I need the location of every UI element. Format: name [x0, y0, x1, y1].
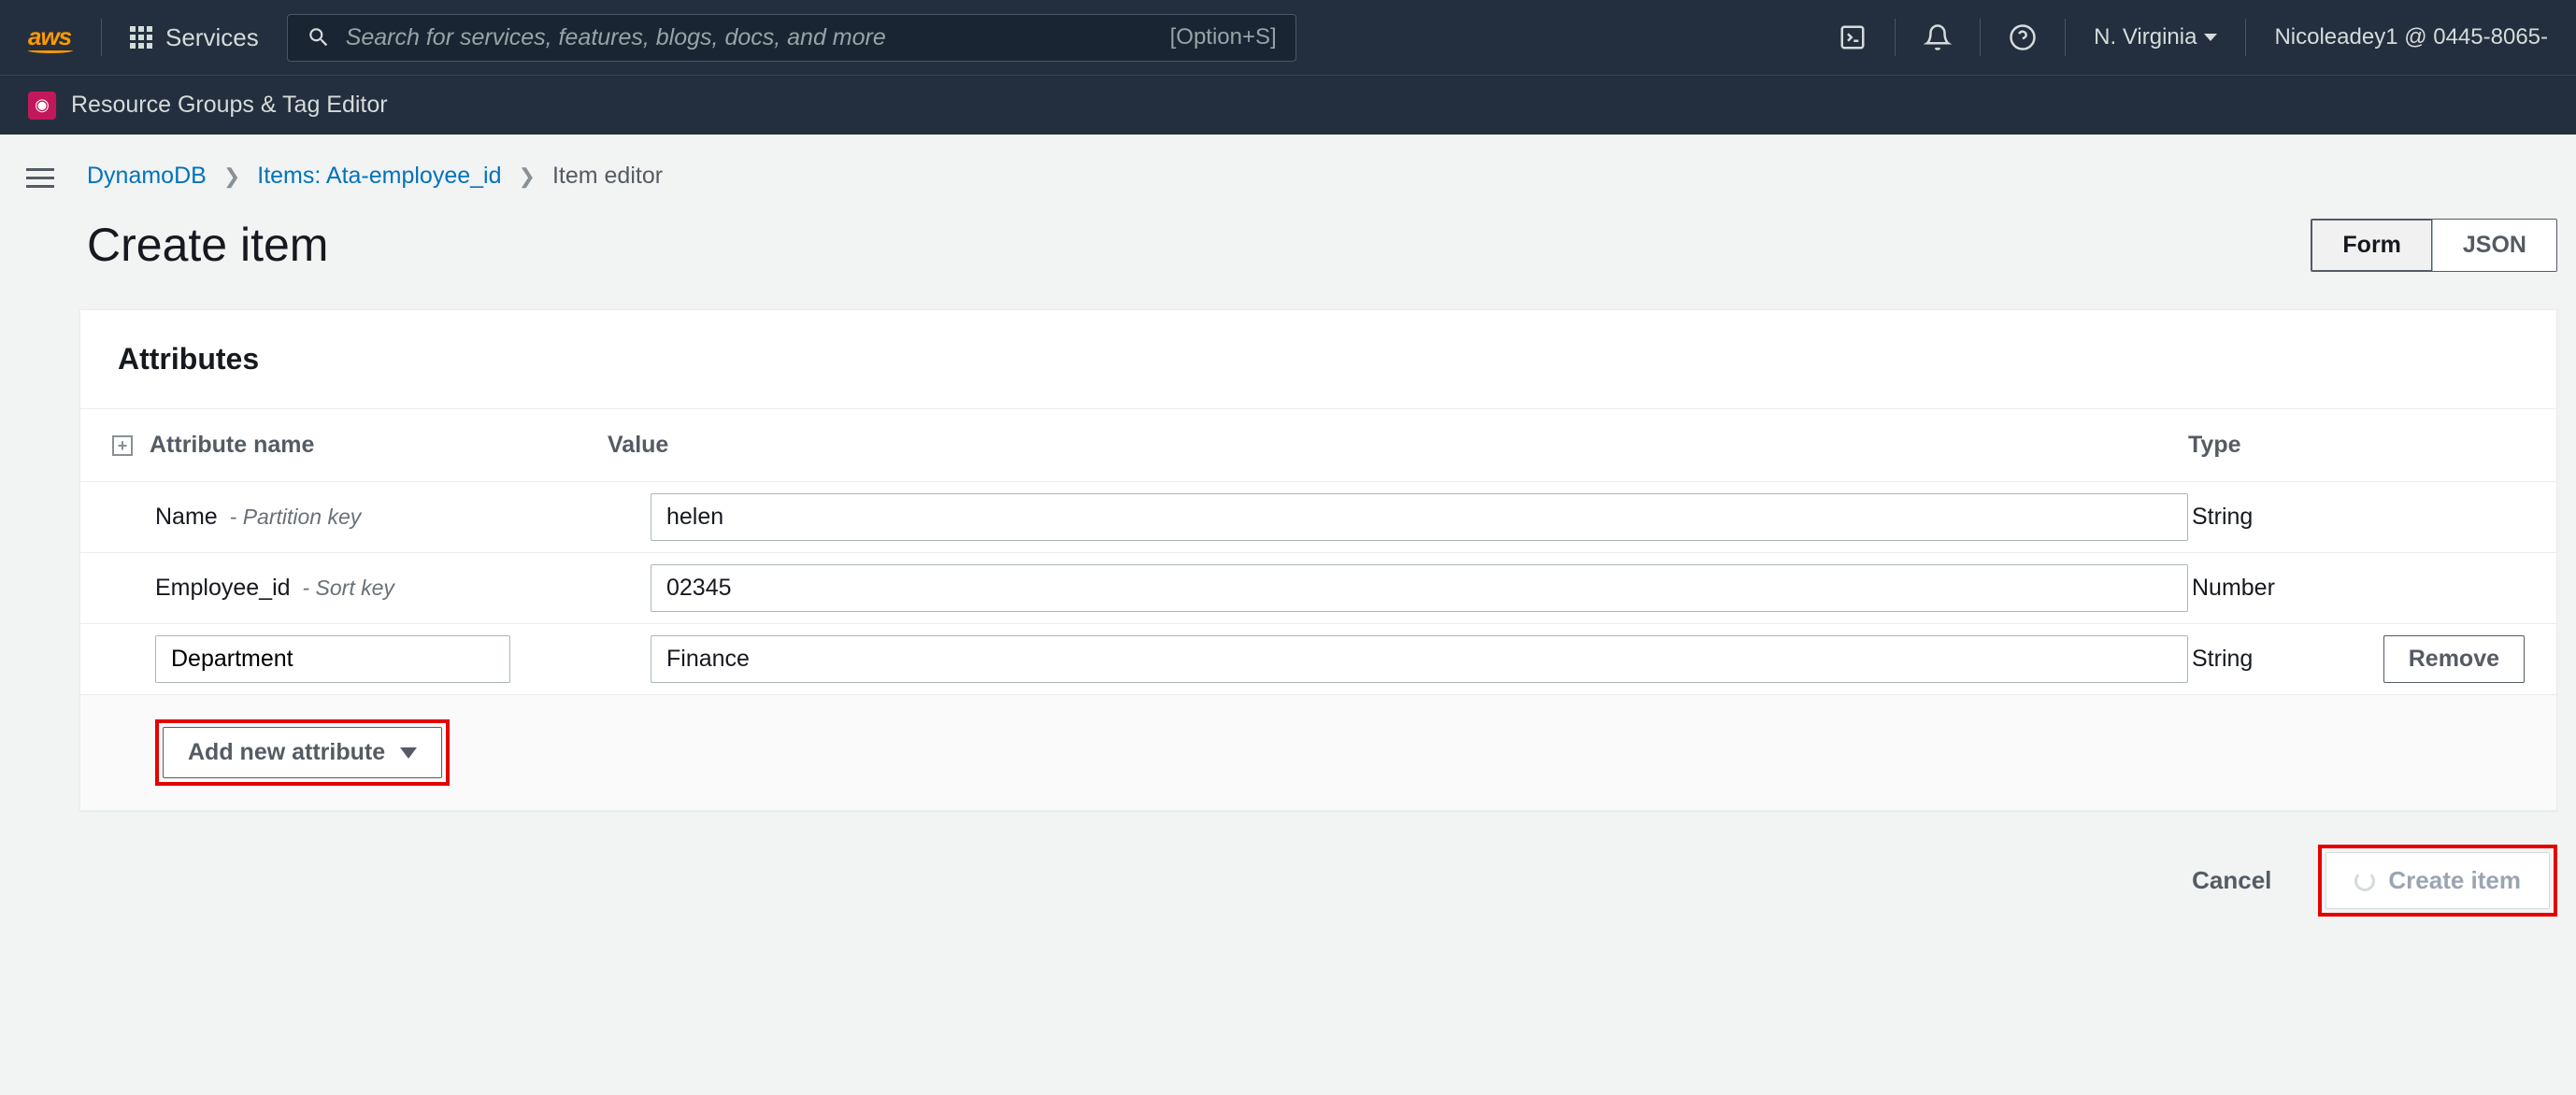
highlight-box: Create item — [2318, 845, 2557, 917]
col-value: Value — [608, 432, 2188, 459]
remove-button[interactable]: Remove — [2383, 635, 2525, 683]
service-icon: ◉ — [28, 92, 56, 120]
table-row: Name - Partition key String — [80, 482, 2556, 553]
hamburger-icon[interactable] — [26, 163, 54, 945]
page-header: Create item Form JSON — [79, 218, 2576, 272]
add-attribute-button[interactable]: Add new attribute — [163, 727, 442, 778]
region-label: N. Virginia — [2094, 24, 2197, 50]
breadcrumb: DynamoDB ❯ Items: Ata-employee_id ❯ Item… — [79, 163, 2576, 190]
col-type: Type — [2188, 432, 2525, 459]
view-json-button[interactable]: JSON — [2432, 220, 2556, 271]
view-form-button[interactable]: Form — [2311, 219, 2433, 272]
sub-navigation: ◉ Resource Groups & Tag Editor — [0, 75, 2576, 135]
attr-hint: - Sort key — [302, 576, 394, 600]
panel-title: Attributes — [80, 310, 2556, 409]
divider — [2245, 19, 2246, 56]
create-item-label: Create item — [2388, 866, 2521, 895]
content-area: DynamoDB ❯ Items: Ata-employee_id ❯ Item… — [79, 135, 2576, 945]
aws-logo-text: aws — [28, 22, 71, 50]
chevron-right-icon: ❯ — [223, 164, 240, 189]
breadcrumb-current: Item editor — [552, 163, 663, 190]
breadcrumb-items[interactable]: Items: Ata-employee_id — [257, 163, 501, 190]
cancel-button[interactable]: Cancel — [2173, 853, 2290, 908]
bell-icon[interactable] — [1924, 23, 1952, 51]
attr-name-text: Employee_id — [155, 575, 291, 601]
account-label: Nicoleadey1 @ 0445-8065- — [2274, 24, 2548, 50]
table-row: Employee_id - Sort key Number — [80, 553, 2556, 624]
attr-value-input[interactable] — [651, 635, 2188, 683]
search-icon — [307, 25, 331, 50]
account-menu[interactable]: Nicoleadey1 @ 0445-8065- — [2274, 24, 2548, 50]
view-toggle: Form JSON — [2311, 219, 2557, 272]
search-shortcut: [Option+S] — [1170, 24, 1277, 50]
table-header: + Attribute name Value Type — [80, 409, 2556, 482]
breadcrumb-root[interactable]: DynamoDB — [87, 163, 207, 190]
services-label: Services — [165, 23, 259, 52]
attr-value-input[interactable] — [651, 493, 2188, 541]
chevron-right-icon: ❯ — [519, 164, 536, 189]
attr-type: Number — [2188, 575, 2347, 602]
top-navigation: aws Services [Option+S] N. Virginia Nico… — [0, 0, 2576, 75]
attr-type: String — [2188, 504, 2347, 531]
search-container[interactable]: [Option+S] — [287, 14, 1296, 62]
grid-icon — [130, 26, 152, 49]
highlight-box: Add new attribute — [155, 719, 450, 786]
services-button[interactable]: Services — [130, 23, 259, 52]
attributes-panel: Attributes + Attribute name Value Type N… — [79, 309, 2557, 811]
region-selector[interactable]: N. Virginia — [2094, 24, 2217, 50]
main-layout: DynamoDB ❯ Items: Ata-employee_id ❯ Item… — [0, 135, 2576, 945]
add-attribute-label: Add new attribute — [188, 739, 385, 766]
attr-name: Employee_id - Sort key — [155, 575, 651, 602]
divider — [1980, 19, 1981, 56]
caret-down-icon — [2204, 34, 2217, 41]
create-item-button[interactable]: Create item — [2326, 852, 2550, 909]
attr-name-text: Name — [155, 504, 218, 530]
footer-actions: Cancel Create item — [79, 811, 2576, 917]
help-icon[interactable] — [2009, 23, 2037, 51]
attr-hint: - Partition key — [230, 505, 362, 529]
divider — [1895, 19, 1896, 56]
sidebar-collapsed — [0, 135, 79, 945]
attr-type: String — [2188, 646, 2347, 673]
spinner-icon — [2354, 871, 2375, 891]
page-title: Create item — [87, 218, 328, 272]
attributes-table: + Attribute name Value Type Name - Parti… — [80, 409, 2556, 810]
cloudshell-icon[interactable] — [1839, 23, 1867, 51]
search-input[interactable] — [346, 24, 1170, 51]
service-name[interactable]: Resource Groups & Tag Editor — [71, 92, 388, 119]
add-attribute-row: Add new attribute — [80, 695, 2556, 810]
col-attribute-name: Attribute name — [150, 432, 314, 459]
attr-name-input[interactable] — [155, 635, 510, 683]
caret-down-icon — [400, 747, 417, 759]
expand-all-icon[interactable]: + — [112, 435, 133, 456]
attr-name: Name - Partition key — [155, 504, 651, 531]
aws-logo[interactable]: aws — [28, 22, 73, 53]
table-row: String Remove — [80, 624, 2556, 695]
attr-value-input[interactable] — [651, 564, 2188, 612]
divider — [101, 19, 102, 56]
divider — [2065, 19, 2066, 56]
